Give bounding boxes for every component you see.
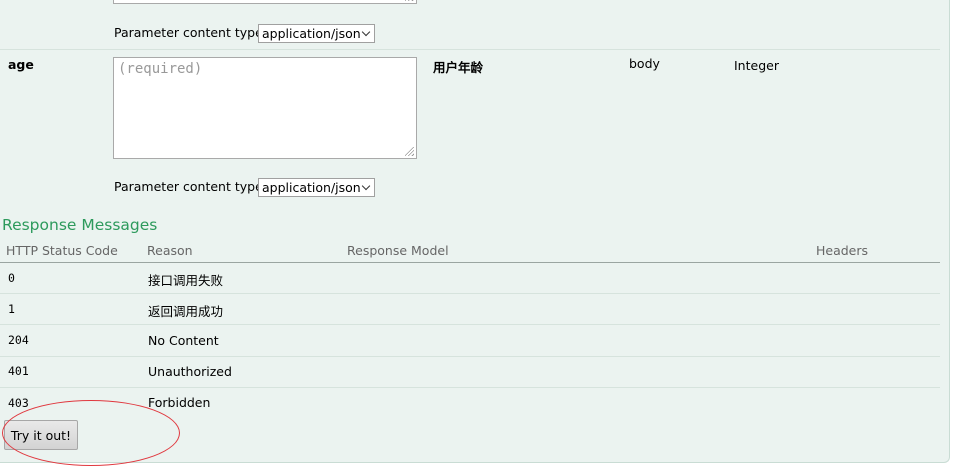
status-code-cell: 403 — [8, 396, 29, 410]
resize-grip-icon[interactable] — [405, 147, 414, 156]
age-content-type-value: application/json — [262, 180, 361, 195]
row-divider — [0, 293, 940, 294]
previous-param-textarea[interactable] — [113, 0, 417, 4]
row-divider — [0, 356, 940, 357]
column-header-headers: Headers — [816, 243, 869, 258]
row-divider — [0, 387, 940, 388]
age-value-placeholder: (required) — [118, 61, 203, 77]
param-description-age: 用户年龄 — [433, 60, 484, 75]
reason-cell: Unauthorized — [148, 364, 232, 379]
param-type-age: body — [629, 56, 660, 71]
content-type-label: Parameter content type: — [114, 179, 267, 194]
content-type-label: Parameter content type: — [114, 25, 267, 40]
operation-panel: Parameter content type: application/json… — [0, 0, 950, 463]
status-code-cell: 0 — [8, 271, 15, 285]
column-header-status-code: HTTP Status Code — [6, 243, 118, 258]
param-data-type-age: Integer — [734, 58, 779, 73]
chevron-down-icon — [361, 27, 371, 37]
reason-cell: Forbidden — [148, 395, 211, 410]
chevron-down-icon — [361, 181, 371, 191]
try-it-out-button[interactable]: Try it out! — [4, 420, 78, 450]
column-header-reason: Reason — [147, 243, 193, 258]
status-code-cell: 1 — [8, 302, 15, 316]
age-value-textarea[interactable]: (required) — [113, 57, 417, 159]
status-code-cell: 204 — [8, 333, 29, 347]
row-divider — [0, 324, 940, 325]
param-divider — [0, 49, 940, 50]
age-content-type-select[interactable]: application/json — [258, 178, 375, 197]
reason-cell: No Content — [148, 333, 219, 348]
reason-cell: 接口调用失败 — [148, 273, 224, 288]
column-header-response-model: Response Model — [347, 243, 449, 258]
table-header-divider — [0, 262, 940, 263]
previous-content-type-select[interactable]: application/json — [258, 24, 375, 43]
response-messages-title: Response Messages — [2, 216, 158, 234]
resize-grip-icon[interactable] — [405, 0, 414, 1]
previous-content-type-value: application/json — [262, 26, 361, 41]
reason-cell: 返回调用成功 — [148, 304, 224, 319]
param-name-age: age — [8, 57, 34, 72]
status-code-cell: 401 — [8, 364, 29, 378]
